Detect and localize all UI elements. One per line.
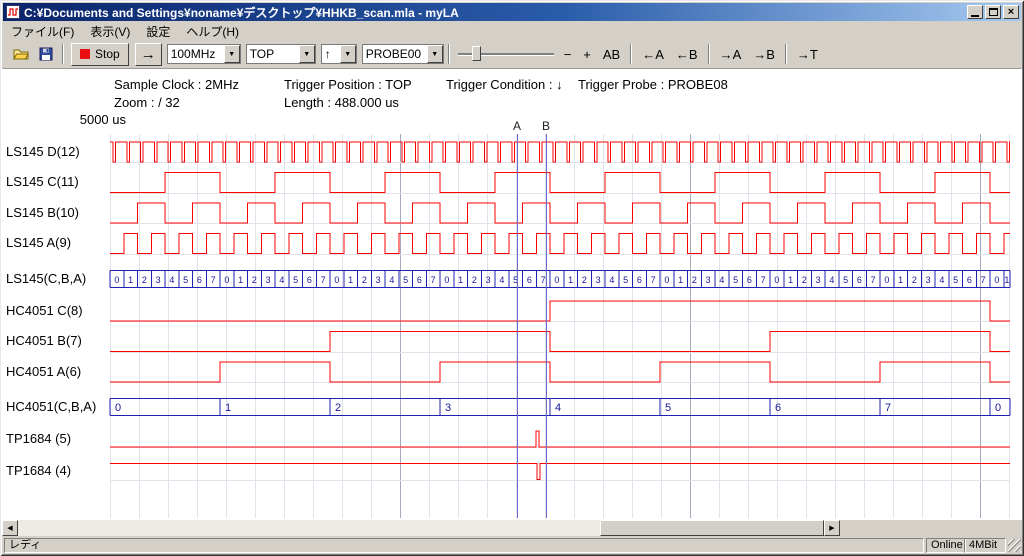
channel-label-hc4051-bus: HC4051(C,B,A) bbox=[6, 399, 108, 414]
window-controls: × bbox=[967, 5, 1019, 19]
app-window: C:¥Documents and Settings¥noname¥デスクトップ¥… bbox=[0, 0, 1024, 556]
chevron-down-icon: ▼ bbox=[303, 51, 310, 58]
channel-label-hc4051-c: HC4051 C(8) bbox=[6, 303, 108, 318]
toolbar-separator bbox=[785, 44, 787, 64]
dropdown-button[interactable]: ▼ bbox=[427, 45, 443, 63]
channel-label-hc4051-b: HC4051 B(7) bbox=[6, 333, 108, 348]
app-icon bbox=[6, 5, 20, 19]
stop-icon bbox=[80, 49, 90, 59]
title-bar[interactable]: C:¥Documents and Settings¥noname¥デスクトップ¥… bbox=[3, 3, 1021, 21]
scroll-left-icon: ◀ bbox=[7, 524, 12, 532]
trigger-position-select[interactable]: TOP ▼ bbox=[246, 44, 316, 64]
info-sample-clock: Sample Clock : 2MHz bbox=[114, 77, 239, 92]
trigger-probe-select[interactable]: PROBE00 ▼ bbox=[362, 44, 444, 64]
resize-grip[interactable] bbox=[1008, 539, 1021, 552]
jump-left-a-button[interactable]: ←A bbox=[636, 43, 670, 65]
zoom-in-button[interactable]: + bbox=[577, 43, 597, 65]
info-trigger-position: Trigger Position : TOP bbox=[284, 77, 412, 92]
trigger-position-value: TOP bbox=[247, 47, 299, 61]
trigger-probe-value: PROBE00 bbox=[363, 47, 427, 61]
channel-label-ls145-a: LS145 A(9) bbox=[6, 235, 108, 250]
channel-label-hc4051-a: HC4051 A(6) bbox=[6, 364, 108, 379]
scroll-right-button[interactable]: ▶ bbox=[824, 520, 840, 536]
scroll-right-icon: ▶ bbox=[829, 524, 834, 532]
info-trigger-condition: Trigger Condition : ↓ bbox=[446, 77, 563, 92]
cursor-b-label[interactable]: B bbox=[541, 119, 551, 133]
timebase-label: 5000 us bbox=[60, 112, 126, 127]
maximize-icon bbox=[989, 8, 998, 16]
menu-item-help[interactable]: ヘルプ(H) bbox=[178, 22, 247, 41]
status-message: レディ bbox=[4, 538, 924, 553]
save-file-button[interactable] bbox=[33, 43, 58, 66]
minimize-button[interactable] bbox=[967, 5, 983, 19]
menu-item-view[interactable]: 表示(V) bbox=[82, 22, 138, 41]
channel-label-tp1684-5: TP1684 (5) bbox=[6, 431, 108, 446]
horizontal-scrollbar[interactable]: ◀ ▶ bbox=[2, 520, 840, 536]
minimize-icon bbox=[971, 15, 979, 17]
chevron-down-icon: ▼ bbox=[228, 51, 235, 58]
window-title: C:¥Documents and Settings¥noname¥デスクトップ¥… bbox=[24, 4, 963, 21]
zoom-out-button[interactable]: − bbox=[558, 43, 578, 65]
chevron-down-icon: ▼ bbox=[431, 51, 438, 58]
cursor-a-label[interactable]: A bbox=[512, 119, 522, 133]
scroll-left-button[interactable]: ◀ bbox=[2, 520, 18, 536]
toolbar: Stop → 100MHz ▼ TOP ▼ ↑ ▼ PROBE00 ▼ − + … bbox=[3, 40, 1021, 69]
zoom-slider[interactable] bbox=[456, 43, 556, 65]
toolbar-separator bbox=[62, 44, 64, 64]
toolbar-separator bbox=[448, 44, 450, 64]
channel-label-ls145-b: LS145 B(10) bbox=[6, 205, 108, 220]
save-floppy-icon bbox=[39, 47, 53, 61]
scrollbar-thumb[interactable] bbox=[600, 520, 824, 536]
waveform-client-area bbox=[2, 69, 1022, 520]
jump-right-b-button[interactable]: →B bbox=[747, 43, 781, 65]
jump-trigger-button[interactable]: →T bbox=[791, 43, 824, 65]
stop-label: Stop bbox=[95, 47, 120, 61]
jump-left-b-button[interactable]: ←B bbox=[670, 43, 704, 65]
dropdown-button[interactable]: ▼ bbox=[299, 45, 315, 63]
info-trigger-probe: Trigger Probe : PROBE08 bbox=[578, 77, 728, 92]
open-file-button[interactable] bbox=[8, 43, 33, 66]
run-button[interactable]: → bbox=[135, 43, 162, 66]
maximize-button[interactable] bbox=[985, 5, 1001, 19]
status-memory: 4MBit bbox=[964, 538, 1006, 553]
chevron-down-icon: ▼ bbox=[344, 51, 351, 58]
info-zoom: Zoom : / 32 bbox=[114, 95, 180, 110]
status-bar: レディ Online 4MBit bbox=[2, 538, 1022, 554]
slider-thumb[interactable] bbox=[472, 46, 481, 61]
info-length: Length : 488.000 us bbox=[284, 95, 399, 110]
dropdown-button[interactable]: ▼ bbox=[224, 45, 240, 63]
stop-button[interactable]: Stop bbox=[71, 43, 129, 66]
close-icon: × bbox=[1008, 7, 1014, 18]
menu-bar: ファイル(F) 表示(V) 設定 ヘルプ(H) bbox=[3, 22, 1021, 40]
toolbar-separator bbox=[708, 44, 710, 64]
trigger-edge-value: ↑ bbox=[322, 47, 340, 61]
channel-label-tp1684-4: TP1684 (4) bbox=[6, 463, 108, 478]
close-button[interactable]: × bbox=[1003, 5, 1019, 19]
open-folder-icon bbox=[13, 47, 29, 61]
status-online: Online bbox=[926, 538, 966, 553]
menu-item-settings[interactable]: 設定 bbox=[138, 22, 178, 41]
menu-item-file[interactable]: ファイル(F) bbox=[3, 22, 82, 41]
channel-label-ls145-d: LS145 D(12) bbox=[6, 144, 108, 159]
jump-right-a-button[interactable]: →A bbox=[714, 43, 748, 65]
trigger-edge-select[interactable]: ↑ ▼ bbox=[321, 44, 357, 64]
channel-label-ls145-bus: LS145(C,B,A) bbox=[6, 271, 108, 286]
channel-label-ls145-c: LS145 C(11) bbox=[6, 174, 108, 189]
ab-button[interactable]: AB bbox=[597, 43, 626, 65]
sample-clock-value: 100MHz bbox=[168, 47, 224, 61]
toolbar-separator bbox=[630, 44, 632, 64]
sample-clock-select[interactable]: 100MHz ▼ bbox=[167, 44, 241, 64]
dropdown-button[interactable]: ▼ bbox=[340, 45, 356, 63]
